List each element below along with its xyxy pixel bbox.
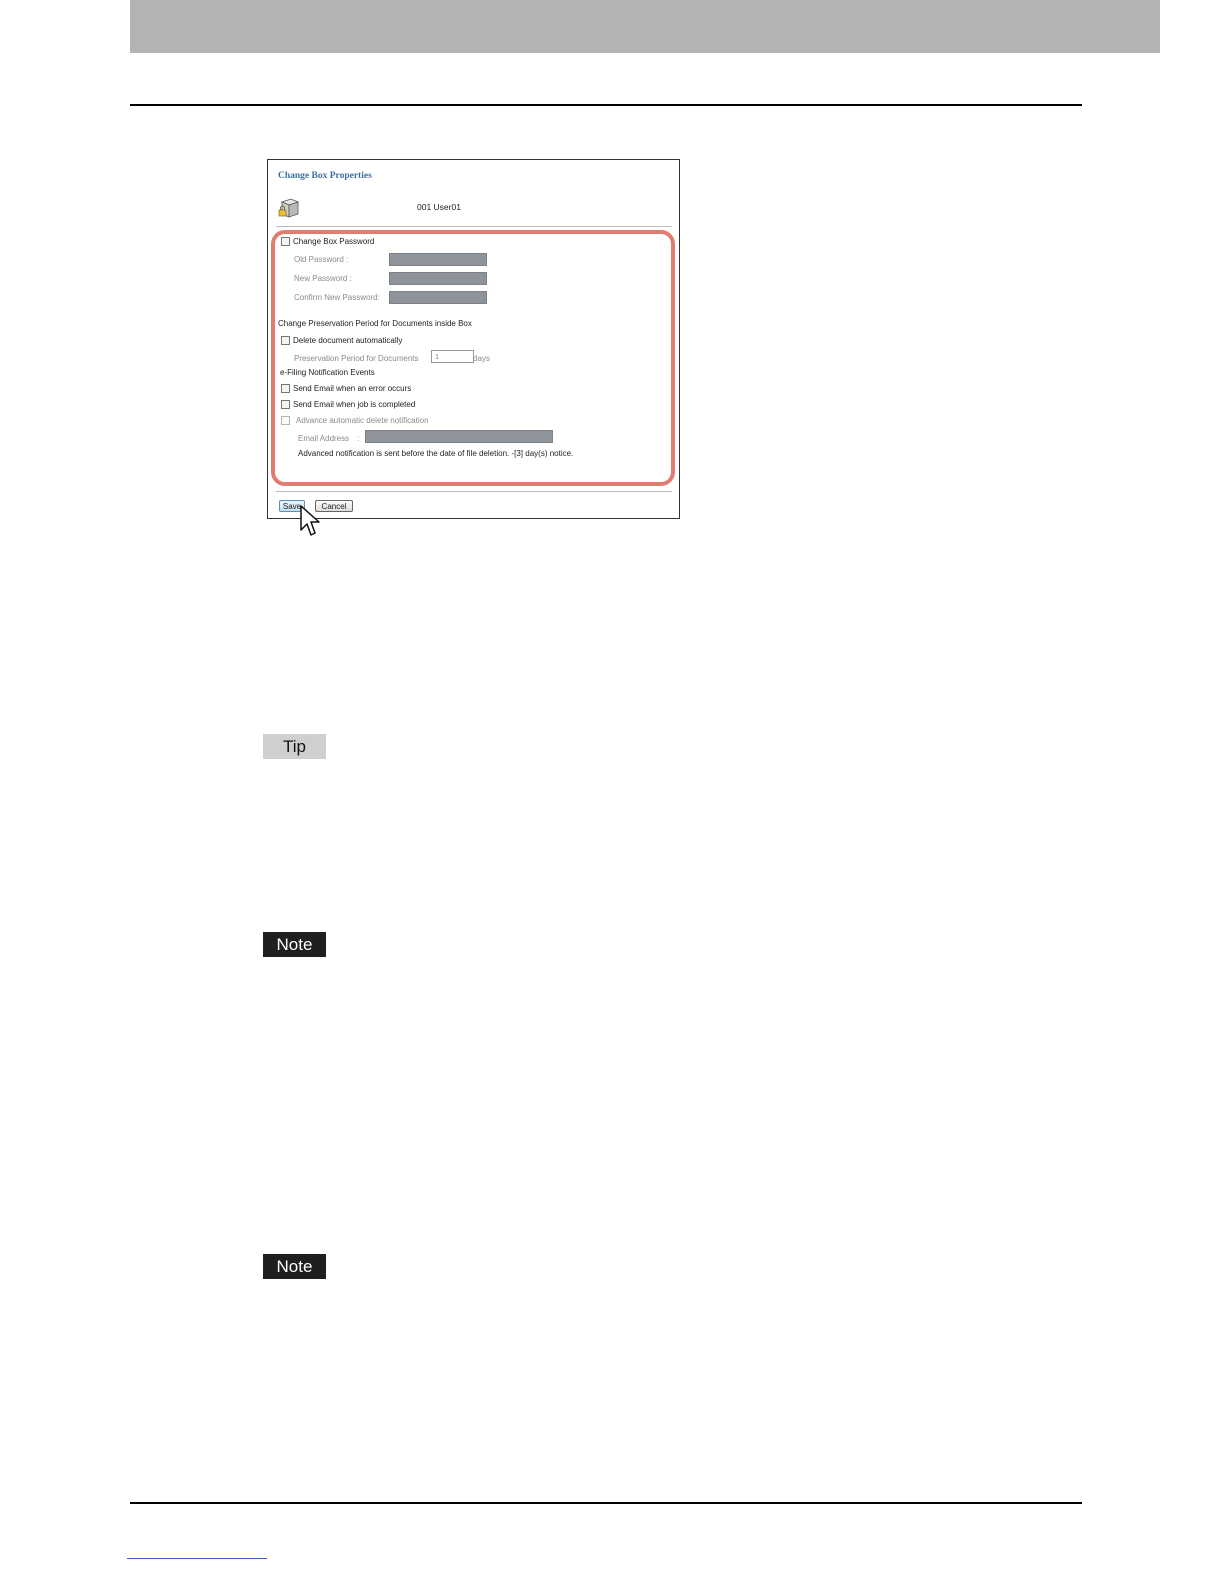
divider <box>276 226 672 227</box>
note-label: Note <box>263 932 326 957</box>
footer-rule <box>130 1502 1082 1504</box>
change-box-properties-screenshot: Change Box Properties 001 User01 Change … <box>267 159 680 536</box>
dialog-title: Change Box Properties <box>278 171 372 181</box>
note-label-2: Note <box>263 1254 326 1279</box>
box-name: 001 User01 <box>417 202 461 212</box>
header-rule <box>130 104 1082 106</box>
footer-link-underline[interactable] <box>127 1558 267 1559</box>
locked-box-icon <box>278 198 300 218</box>
highlight-frame <box>271 230 675 486</box>
tip-label: Tip <box>263 734 326 759</box>
mouse-pointer-icon <box>300 505 320 536</box>
header-band <box>130 0 1160 53</box>
divider <box>276 491 672 492</box>
